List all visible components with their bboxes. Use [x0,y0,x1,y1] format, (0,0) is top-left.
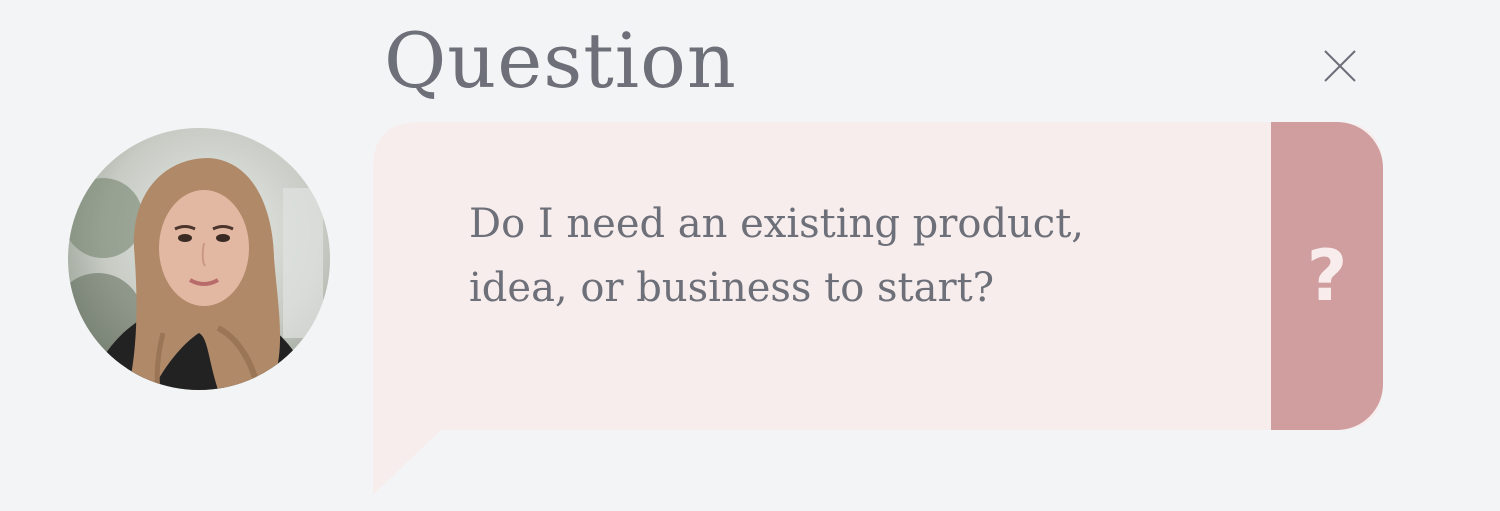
question-mark-icon: ? [1306,235,1348,317]
question-badge: ? [1271,122,1383,430]
avatar [68,128,330,390]
person-photo [68,128,330,390]
close-button[interactable] [1314,40,1366,92]
question-panel: Question Do I need an existing product, … [0,0,1500,511]
question-text-line-2: idea, or business to start? [469,265,995,311]
question-bubble: Do I need an existing product, idea, or … [373,122,1383,495]
question-text: Do I need an existing product, idea, or … [469,192,1229,320]
close-icon [1324,50,1356,82]
page-title: Question [384,16,737,105]
question-text-line-1: Do I need an existing product, [469,201,1084,247]
